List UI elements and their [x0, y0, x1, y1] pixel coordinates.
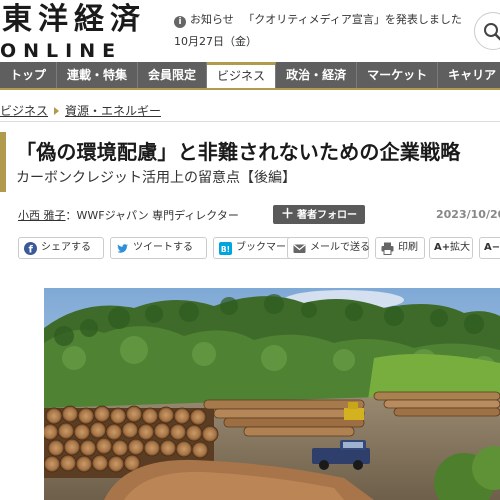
author-role: ：WWFジャパン 専門ディレクター: [65, 209, 239, 222]
byline: 小西 雅子：WWFジャパン 専門ディレクター: [18, 207, 239, 223]
author-name[interactable]: 小西 雅子: [18, 209, 66, 222]
logo-online: ONLINE: [0, 40, 123, 62]
logo-kanji: 東洋経済: [2, 2, 146, 37]
title-accent-bar: [0, 132, 6, 192]
font-increase-icon: A+: [434, 242, 451, 253]
mail-label: メールで送る: [310, 242, 370, 253]
print-button[interactable]: 印刷: [375, 237, 425, 259]
logging-site-photo: [44, 288, 500, 500]
tweet-button[interactable]: ツイートする: [110, 237, 207, 259]
search-icon: [484, 23, 500, 41]
notice[interactable]: i お知らせ 「クオリティメディア宣言」を発表しました: [174, 12, 462, 28]
publish-date: 2023/10/20: [436, 208, 500, 221]
svg-text:B!: B!: [221, 245, 230, 254]
share-label: シェアする: [41, 242, 91, 253]
nav-politics-economy[interactable]: 政治・経済: [276, 62, 358, 88]
facebook-icon: f: [24, 242, 37, 255]
nav-underline: [0, 88, 500, 90]
breadcrumb-arrow-icon: [54, 107, 60, 115]
hatena-bookmark-icon: B!: [219, 242, 232, 255]
breadcrumb-energy[interactable]: 資源・エネルギー: [65, 104, 161, 118]
zoom-in-button[interactable]: A+ 拡大: [429, 237, 473, 259]
mail-button[interactable]: メールで送る: [287, 237, 370, 259]
nav-business[interactable]: ビジネス: [207, 62, 277, 88]
notice-date: 10月27日（金）: [174, 35, 257, 48]
breadcrumb: ビジネス 資源・エネルギー: [0, 102, 161, 119]
mail-icon: [293, 244, 306, 253]
breadcrumb-business[interactable]: ビジネス: [0, 104, 48, 118]
zoom-in-label: 拡大: [450, 242, 470, 253]
nav-members-only[interactable]: 会員限定: [138, 62, 208, 88]
nav-top[interactable]: トップ: [0, 62, 58, 88]
zoom-out-button[interactable]: A−: [479, 237, 500, 259]
notice-label: お知らせ: [190, 13, 234, 26]
article-hero-image: [44, 288, 500, 500]
notice-text: 「クオリティメディア宣言」を発表しました: [243, 13, 462, 26]
nav-career[interactable]: キャリア: [438, 62, 500, 88]
print-label: 印刷: [398, 242, 418, 253]
follow-author-button[interactable]: ＋著者フォロー: [273, 205, 365, 224]
nav-market[interactable]: マーケット: [357, 62, 439, 88]
facebook-share-button[interactable]: f シェアする: [18, 237, 104, 259]
article-subtitle: カーボンクレジット活用上の留意点【後編】: [16, 170, 296, 186]
main-nav: トップ 連載・特集 会員限定 ビジネス 政治・経済 マーケット キャリア: [0, 62, 500, 88]
tweet-label: ツイートする: [133, 242, 193, 253]
zoom-out-label: A−: [484, 242, 500, 253]
plus-icon: ＋: [280, 207, 294, 222]
site-logo[interactable]: 東洋経済 ONLINE: [0, 2, 160, 63]
twitter-icon: [117, 244, 128, 253]
printer-icon: [381, 242, 394, 255]
info-icon: i: [174, 16, 186, 28]
article-title: 「偽の環境配慮」と非難されないための企業戦略: [16, 140, 461, 164]
divider: [0, 121, 500, 122]
site-header: 東洋経済 ONLINE i お知らせ 「クオリティメディア宣言」を発表しました 1…: [0, 0, 500, 62]
nav-series[interactable]: 連載・特集: [57, 62, 139, 88]
follow-label: 著者フォロー: [297, 210, 357, 221]
search-button[interactable]: [474, 12, 500, 50]
svg-text:f: f: [29, 245, 34, 256]
